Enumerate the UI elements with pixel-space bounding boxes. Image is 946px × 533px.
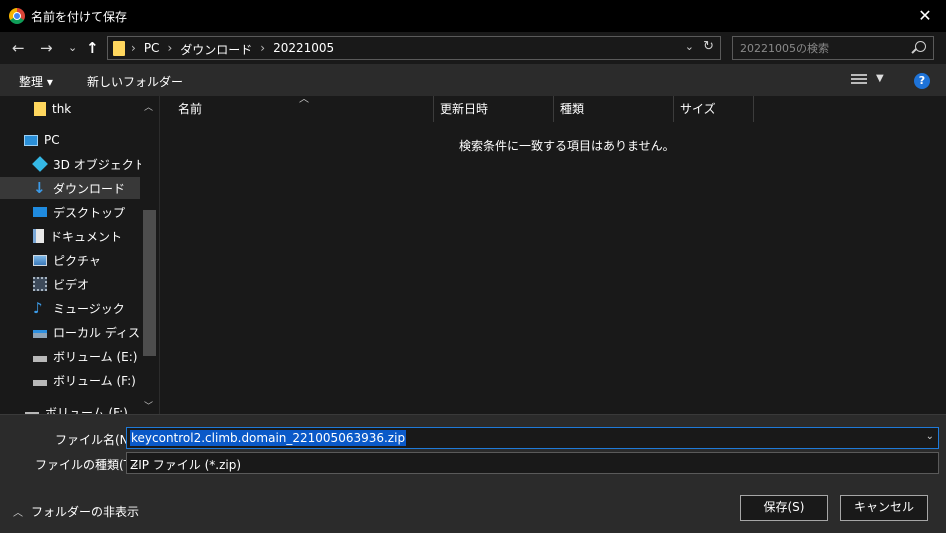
title-bar: 名前を付けて保存 ✕: [0, 0, 946, 32]
scroll-down-icon[interactable]: ﹀: [144, 399, 153, 412]
chrome-icon: [9, 8, 25, 24]
local-disk-icon: [33, 330, 47, 338]
recent-locations-button[interactable]: ⌄: [68, 38, 77, 58]
sidebar-item-thk[interactable]: thk: [0, 98, 140, 120]
new-folder-button[interactable]: 新しいフォルダー: [87, 73, 183, 90]
desktop-icon: [33, 207, 47, 217]
sidebar-item-3d-objects[interactable]: 3D オブジェクト: [0, 153, 146, 175]
empty-message: 検索条件に一致する項目はありません。: [459, 139, 675, 153]
address-bar[interactable]: › PC › ダウンロード › 20221005 ⌄ ↻: [107, 36, 721, 60]
sidebar-item-downloads[interactable]: ↓ ダウンロード: [0, 177, 140, 199]
column-header-name[interactable]: 名前: [172, 96, 434, 122]
save-panel: ファイル名(N): keycontrol2.climb.domain_22100…: [0, 414, 946, 533]
drive-icon: [33, 379, 47, 386]
breadcrumb-20221005[interactable]: 20221005: [273, 41, 334, 58]
video-icon: [33, 277, 47, 291]
sidebar-item-documents[interactable]: ドキュメント: [0, 225, 140, 247]
organize-button[interactable]: 整理 ▾: [19, 73, 53, 90]
sidebar-item-volume-f[interactable]: ボリューム (F:): [0, 369, 140, 391]
breadcrumb-pc[interactable]: PC: [144, 41, 160, 58]
navigation-bar: ← → ⌄ ↑ › PC › ダウンロード › 20221005 ⌄ ↻: [0, 32, 946, 64]
pictures-icon: [33, 254, 47, 266]
sidebar-item-local-disk-c[interactable]: ローカル ディスク (C: [0, 321, 158, 343]
document-icon: [33, 229, 44, 243]
up-button[interactable]: ↑: [86, 38, 99, 58]
sidebar-item-volume-f-expanded[interactable]: ボリューム (F:): [0, 401, 140, 414]
view-options-icon[interactable]: [851, 74, 867, 86]
forward-button[interactable]: →: [40, 38, 53, 58]
chevron-down-icon[interactable]: ⌄: [130, 456, 934, 470]
filetype-select[interactable]: ZIP ファイル (*.zip) ⌄: [126, 452, 939, 474]
folder-icon: [113, 41, 125, 56]
filename-value[interactable]: keycontrol2.climb.domain_221005063936.zi…: [130, 430, 407, 446]
breadcrumb-downloads[interactable]: ダウンロード: [180, 41, 252, 58]
scroll-up-icon[interactable]: ︿: [144, 100, 153, 113]
drive-icon: [33, 355, 47, 362]
music-icon: ♪: [33, 299, 43, 317]
3d-objects-icon: [32, 156, 48, 172]
folder-icon: [34, 102, 46, 116]
command-bar: 整理 ▾ 新しいフォルダー ▼ ?: [0, 64, 946, 96]
column-header-type[interactable]: 種類: [554, 96, 674, 122]
chevron-down-icon[interactable]: ⌄: [685, 40, 694, 53]
sidebar-item-videos[interactable]: ビデオ: [0, 273, 140, 295]
window-title: 名前を付けて保存: [31, 10, 128, 24]
help-icon[interactable]: ?: [914, 73, 930, 89]
search-icon[interactable]: [915, 41, 926, 52]
chevron-up-icon: ︿: [13, 508, 23, 519]
pc-icon: [24, 134, 38, 146]
column-header-date[interactable]: 更新日時: [434, 96, 554, 122]
download-icon: ↓: [33, 179, 46, 197]
filetype-label: ファイルの種類(T):: [35, 458, 140, 472]
filename-input[interactable]: keycontrol2.climb.domain_221005063936.zi…: [126, 427, 939, 449]
column-header-size[interactable]: サイズ: [674, 96, 754, 122]
navigation-pane: thk PC 3D オブジェクト ↓ ダウンロード デスクトップ ドキュメント …: [0, 96, 158, 414]
scrollbar-thumb[interactable]: [143, 210, 156, 356]
breadcrumb: › PC › ダウンロード › 20221005: [131, 41, 335, 58]
save-button[interactable]: 保存(S): [740, 495, 828, 521]
refresh-icon[interactable]: ↻: [703, 39, 714, 54]
search-input[interactable]: [740, 40, 910, 56]
sidebar-item-desktop[interactable]: デスクトップ: [0, 201, 140, 223]
cancel-button[interactable]: キャンセル: [840, 495, 928, 521]
sidebar-item-pc[interactable]: PC: [0, 129, 140, 151]
sidebar-item-music[interactable]: ♪ ミュージック: [0, 297, 140, 319]
search-box[interactable]: [732, 36, 934, 60]
sidebar-item-pictures[interactable]: ピクチャ: [0, 249, 140, 271]
back-button[interactable]: ←: [12, 38, 25, 58]
hide-folders-toggle[interactable]: ︿ フォルダーの非表示: [13, 503, 139, 520]
sidebar-item-volume-e[interactable]: ボリューム (E:): [0, 345, 140, 367]
chevron-down-icon[interactable]: ▼: [876, 73, 884, 84]
sidebar-scrollbar[interactable]: ︿ ﹀: [141, 96, 158, 414]
file-list[interactable]: ︿ 名前 更新日時 種類 サイズ 検索条件に一致する項目はありません。: [159, 94, 946, 414]
close-button[interactable]: ✕: [914, 5, 936, 27]
chevron-down-icon[interactable]: ⌄: [926, 431, 934, 442]
